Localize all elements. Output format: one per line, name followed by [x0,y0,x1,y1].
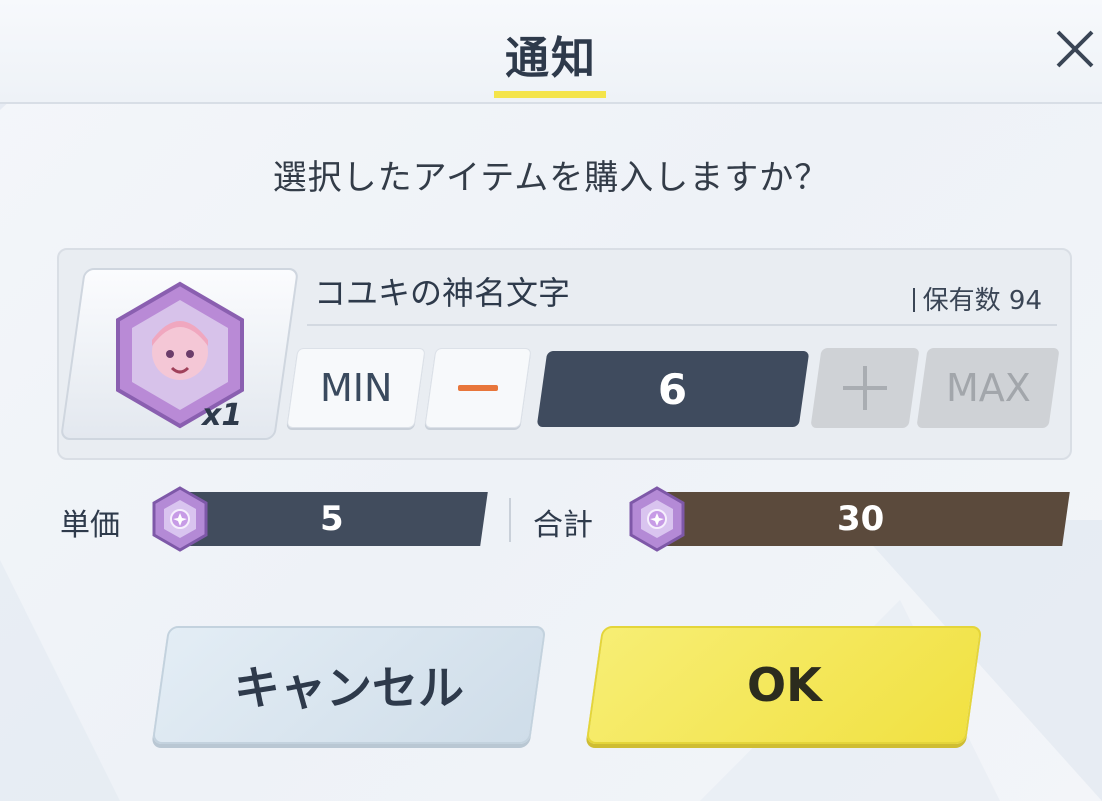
unit-price-label: 単価 [60,508,120,543]
min-button[interactable]: MIN [286,348,426,428]
unit-price-bar: 5 [176,492,488,546]
owned-value: 94 [1008,286,1042,316]
total-price-bar: 30 [652,492,1070,546]
decrease-button[interactable] [424,348,532,428]
min-label: MIN [319,366,393,410]
minus-icon [458,385,498,391]
item-name: コユキの神名文字 [314,274,571,312]
price-separator [509,498,511,542]
close-icon[interactable] [1048,22,1102,76]
owned-label: 保有数 [922,286,1001,316]
owned-divider [912,288,915,312]
unit-price-value: 5 [320,499,344,539]
owned-count: 保有数 94 [912,280,1042,317]
ok-button[interactable]: OK [585,626,983,744]
increase-button[interactable] [810,348,920,428]
item-divider [307,324,1057,326]
max-button[interactable]: MAX [916,348,1060,428]
total-label: 合計 [533,508,593,543]
quantity-display: 6 [536,351,810,427]
plus-icon [843,366,887,410]
cancel-button[interactable]: キャンセル [151,626,547,744]
dialog-title: 通知 [505,33,597,84]
dialog-header: 通知 [0,0,1102,104]
title-underline [494,91,606,98]
item-card-quantity: x1 [202,398,243,433]
purchase-dialog: 通知 選択したアイテムを購入しますか？ x1 コユキの神名文字 保有数 94 M… [0,0,1102,801]
pyroxene-gem-icon [152,486,208,552]
total-value: 30 [837,499,885,539]
confirm-question: 選択したアイテムを購入しますか？ [272,158,830,198]
pyroxene-gem-icon [629,486,685,552]
max-label: MAX [945,366,1031,410]
quantity-value: 6 [658,364,688,414]
cancel-label: キャンセル [234,661,464,715]
ok-label: OK [746,658,822,712]
